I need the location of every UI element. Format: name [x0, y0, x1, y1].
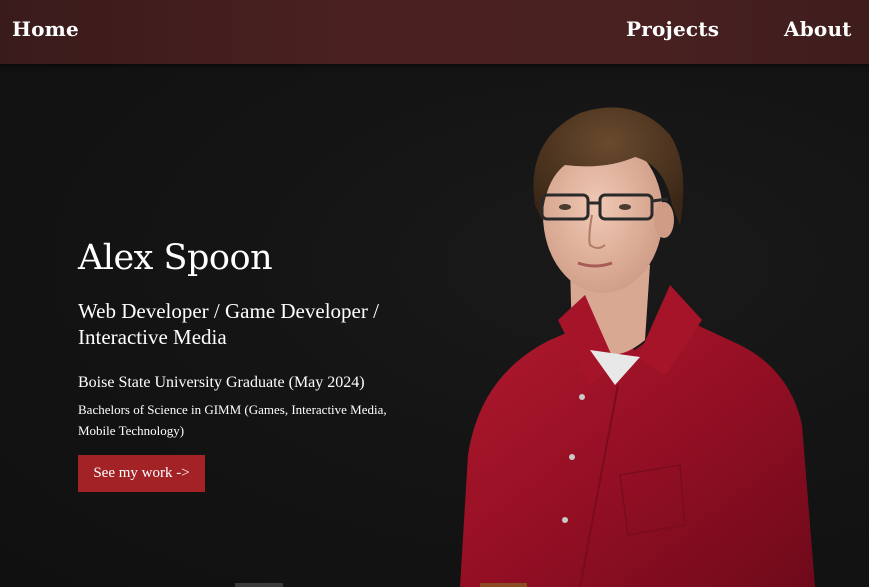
hero-role: Web Developer / Game Developer / Interac…	[78, 299, 379, 349]
see-my-work-button[interactable]: See my work ->	[78, 455, 205, 492]
portrait-photo	[460, 107, 815, 587]
hero-degree: Bachelors of Science in GIMM (Games, Int…	[78, 402, 387, 438]
page: Home Projects About Alex Spoon Web Devel…	[0, 0, 869, 587]
scroll-indicator-right	[480, 583, 527, 587]
nav-about-link[interactable]: About	[784, 17, 852, 41]
navbar: Home Projects About	[0, 0, 869, 64]
hero-school: Boise State University Graduate (May 202…	[78, 374, 365, 391]
nav-projects-link[interactable]: Projects	[626, 17, 719, 41]
nav-home-link[interactable]: Home	[12, 17, 79, 41]
scroll-indicator-left	[235, 583, 283, 587]
hero-name: Alex Spoon	[78, 238, 273, 278]
